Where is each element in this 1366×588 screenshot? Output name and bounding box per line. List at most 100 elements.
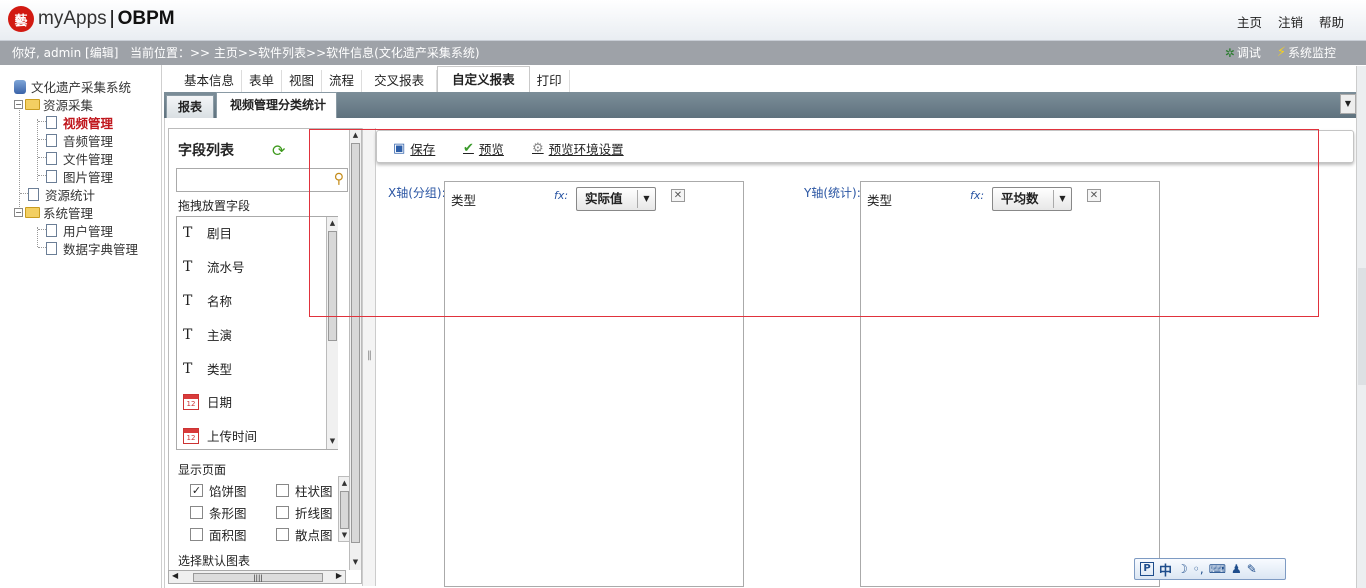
chevron-down-icon[interactable]: ▼ bbox=[1053, 190, 1071, 208]
scroll-up-icon[interactable]: ▲ bbox=[350, 130, 361, 141]
scroll-down-icon[interactable]: ▼ bbox=[327, 436, 338, 447]
checkbox-checked-icon[interactable]: ✓ bbox=[190, 484, 203, 497]
field-item[interactable]: T 剧目 bbox=[183, 223, 232, 242]
greeting[interactable]: 你好, admin [编辑] bbox=[12, 41, 118, 65]
scroll-down-icon[interactable]: ▼ bbox=[350, 557, 361, 568]
field-item[interactable]: T 主演 bbox=[183, 325, 232, 344]
checkbox-icon[interactable] bbox=[276, 528, 289, 541]
tab-video-category-stats[interactable]: 视频管理分类统计 bbox=[216, 92, 338, 118]
field-name: 流水号 bbox=[207, 260, 245, 275]
x-axis-dropzone[interactable]: 类型 fx: 实际值 ▼ ✕ bbox=[444, 181, 744, 587]
breadcrumb: 当前位置：>> 主页>>软件列表>>软件信息(文化遗产采集系统) bbox=[130, 46, 480, 60]
remove-y-field-icon[interactable]: ✕ bbox=[1087, 189, 1101, 202]
field-item[interactable]: T 名称 bbox=[183, 291, 232, 310]
scroll-left-icon[interactable]: ◀ bbox=[172, 571, 178, 580]
scroll-down-icon[interactable]: ▼ bbox=[339, 530, 350, 541]
tree-item-dictionary[interactable]: 数据字典管理 bbox=[46, 239, 138, 258]
save-button[interactable]: ▣ 保存 bbox=[393, 139, 435, 158]
field-item[interactable]: T 流水号 bbox=[183, 257, 245, 276]
preview-settings-button[interactable]: ⚙ 预览环境设置 bbox=[532, 139, 624, 158]
keyboard-icon[interactable]: ⌨ bbox=[1209, 562, 1226, 576]
y-axis-function-select[interactable]: 平均数 ▼ bbox=[992, 187, 1072, 211]
logout-link[interactable]: 注销 bbox=[1278, 12, 1303, 31]
scroll-thumb[interactable] bbox=[351, 143, 360, 543]
calendar-icon: 12 bbox=[183, 393, 199, 410]
ime-mode[interactable]: 中 bbox=[1159, 560, 1172, 579]
field-item[interactable]: 12 上传时间 bbox=[183, 426, 257, 445]
checkbox-icon[interactable] bbox=[190, 528, 203, 541]
tab-flow[interactable]: 流程 bbox=[322, 70, 363, 92]
header-bar: 藝 myApps | OBPM 主页 注销 帮助 bbox=[0, 0, 1366, 41]
tab-report[interactable]: 报表 bbox=[166, 95, 215, 118]
tree-group-system[interactable]: − 系统管理 bbox=[14, 203, 93, 222]
panel-splitter[interactable]: ‖ bbox=[362, 128, 376, 586]
punctuation-icon[interactable]: ◦, bbox=[1193, 562, 1204, 576]
scroll-thumb[interactable] bbox=[340, 491, 349, 529]
x-axis-function-select[interactable]: 实际值 ▼ bbox=[576, 187, 656, 211]
user-icon[interactable]: ♟ bbox=[1231, 562, 1242, 576]
tree-item-audio[interactable]: 音频管理 bbox=[46, 131, 113, 150]
field-search-input[interactable]: ⚲ bbox=[176, 168, 348, 192]
field-panel-hscrollbar[interactable]: ◀ |||| ▶ bbox=[168, 570, 346, 584]
y-axis-field: 类型 bbox=[867, 193, 893, 208]
search-icon[interactable]: ⚲ bbox=[334, 171, 344, 187]
monitor-button[interactable]: ⚡ 系统监控 bbox=[1277, 41, 1336, 65]
chart-option-scatter[interactable]: 散点图 bbox=[276, 525, 333, 544]
scroll-right-icon[interactable]: ▶ bbox=[336, 571, 342, 580]
moon-icon[interactable]: ☽ bbox=[1177, 562, 1188, 576]
tab-print[interactable]: 打印 bbox=[530, 70, 570, 92]
scroll-thumb[interactable]: |||| bbox=[193, 573, 323, 582]
help-link[interactable]: 帮助 bbox=[1319, 12, 1344, 31]
tree-group-system-label: 系统管理 bbox=[43, 206, 94, 221]
tree-root[interactable]: 文化遗产采集系统 bbox=[14, 77, 131, 96]
page-icon bbox=[28, 188, 39, 201]
checkbox-icon[interactable] bbox=[276, 506, 289, 519]
scroll-up-icon[interactable]: ▲ bbox=[327, 218, 338, 229]
page-scrollbar[interactable] bbox=[1356, 66, 1366, 588]
scroll-thumb[interactable] bbox=[1358, 268, 1366, 385]
field-name: 名称 bbox=[207, 294, 233, 309]
refresh-icon[interactable]: ⟳ bbox=[272, 141, 285, 160]
wrench-icon[interactable]: ✎ bbox=[1247, 562, 1257, 576]
scroll-thumb[interactable] bbox=[328, 231, 337, 341]
chart-option-area[interactable]: 面积图 bbox=[190, 525, 247, 544]
tab-custom-report[interactable]: 自定义报表 bbox=[437, 66, 530, 92]
tree-item-stats-label: 资源统计 bbox=[45, 188, 96, 203]
field-item[interactable]: 12 日期 bbox=[183, 392, 232, 411]
ime-logo-icon[interactable]: P bbox=[1140, 562, 1154, 576]
debug-button[interactable]: ✲ 调试 bbox=[1225, 41, 1261, 65]
chart-option-pie[interactable]: ✓ 馅饼图 bbox=[190, 481, 247, 500]
y-axis-dropzone[interactable]: 类型 fx: 平均数 ▼ ✕ bbox=[860, 181, 1160, 587]
collapse-icon[interactable]: − bbox=[14, 208, 23, 217]
checkbox-icon[interactable] bbox=[276, 484, 289, 497]
x-axis-function-value: 实际值 bbox=[585, 191, 623, 206]
chart-options-scrollbar[interactable]: ▲ ▼ bbox=[338, 476, 350, 542]
page-icon bbox=[46, 152, 57, 165]
tab-menu-dropdown-icon[interactable]: ▼ bbox=[1340, 94, 1356, 114]
checkbox-icon[interactable] bbox=[190, 506, 203, 519]
tree-item-stats[interactable]: 资源统计 bbox=[28, 185, 95, 204]
preview-button[interactable]: ✔ 预览 bbox=[463, 139, 504, 158]
chart-option-bar[interactable]: 条形图 bbox=[190, 503, 247, 522]
tree-item-file[interactable]: 文件管理 bbox=[46, 149, 113, 168]
chart-option-line[interactable]: 折线图 bbox=[276, 503, 333, 522]
tree-item-image[interactable]: 图片管理 bbox=[46, 167, 113, 186]
display-page-label: 显示页面 bbox=[178, 463, 227, 477]
tree-group-resource[interactable]: − 资源采集 bbox=[14, 95, 93, 114]
home-link[interactable]: 主页 bbox=[1237, 12, 1262, 31]
tab-form[interactable]: 表单 bbox=[242, 70, 283, 92]
scroll-up-icon[interactable]: ▲ bbox=[339, 478, 350, 489]
field-item[interactable]: T 类型 bbox=[183, 359, 232, 378]
tab-view[interactable]: 视图 bbox=[282, 70, 323, 92]
page-icon bbox=[46, 116, 57, 129]
field-list-scrollbar[interactable]: ▲ ▼ bbox=[326, 217, 338, 449]
tab-cross-report[interactable]: 交叉报表 bbox=[362, 70, 438, 92]
tree-item-users[interactable]: 用户管理 bbox=[46, 221, 113, 240]
tree-item-video[interactable]: 视频管理 bbox=[46, 113, 113, 132]
chart-option-column[interactable]: 柱状图 bbox=[276, 481, 333, 500]
remove-x-field-icon[interactable]: ✕ bbox=[671, 189, 685, 202]
tab-basic-info[interactable]: 基本信息 bbox=[164, 70, 243, 92]
collapse-icon[interactable]: − bbox=[14, 100, 23, 109]
chevron-down-icon[interactable]: ▼ bbox=[637, 190, 655, 208]
field-panel-scrollbar[interactable]: ▲ ▼ bbox=[349, 129, 361, 570]
